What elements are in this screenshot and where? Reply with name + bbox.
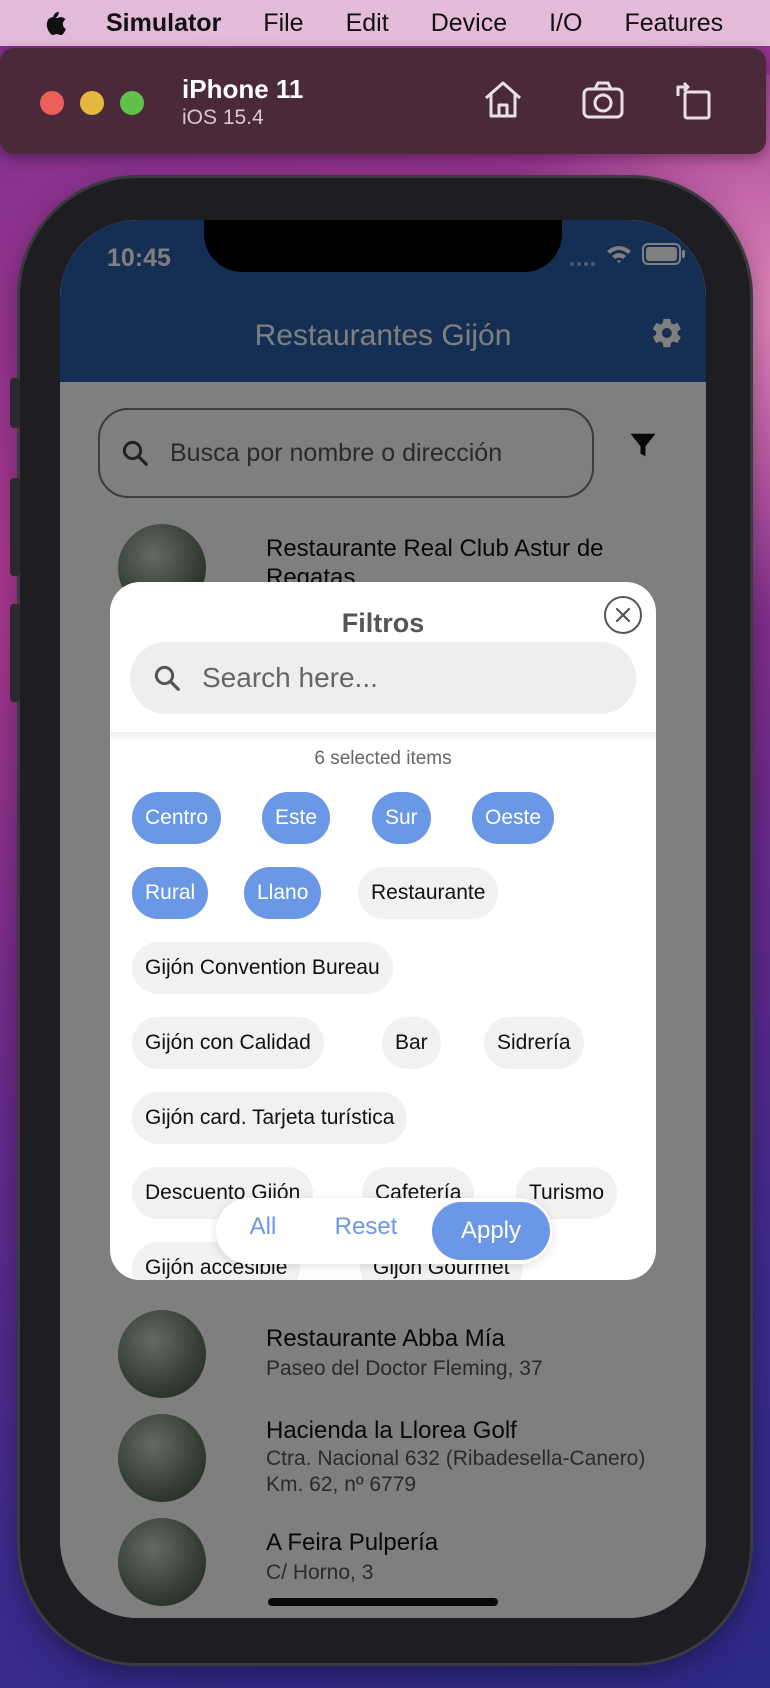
chip-sur[interactable]: Sur [372,792,431,844]
mute-switch [10,378,20,428]
reset-button[interactable]: Reset [316,1198,416,1256]
menu-file[interactable]: File [263,9,303,38]
menu-simulator[interactable]: Simulator [106,9,221,38]
volume-up-button [10,478,20,576]
chip-oeste[interactable]: Oeste [472,792,555,844]
simulator-toolbar [0,48,766,154]
minimize-window-button[interactable] [80,91,104,115]
chip-llano[interactable]: Llano [244,867,322,919]
menu-io[interactable]: I/O [549,9,582,38]
zoom-window-button[interactable] [120,91,144,115]
phone-screen: 10:45 Restaurantes Gijón Busca por nombr… [60,220,706,1618]
close-dialog-button[interactable] [604,596,642,634]
filter-dialog: Filtros Search here... 6 selected items … [110,582,656,1280]
chip-bar[interactable]: Bar [382,1017,441,1069]
apply-button[interactable]: Apply [432,1202,550,1260]
filter-search-field[interactable]: Search here... [130,642,636,714]
close-window-button[interactable] [40,91,64,115]
header-divider [110,732,656,742]
dialog-actions: All Reset Apply [216,1198,552,1264]
chip-restaurante[interactable]: Restaurante [358,867,499,919]
screenshot-camera-icon[interactable] [580,78,626,122]
home-icon[interactable] [480,78,526,122]
dialog-title: Filtros [341,608,425,638]
mac-menubar: Simulator File Edit Device I/O Features [0,0,770,46]
filter-search-placeholder: Search here... [202,662,378,693]
menu-features[interactable]: Features [624,9,723,38]
chip-gijon-con-calidad[interactable]: Gijón con Calidad [132,1017,324,1069]
selected-count: 6 selected items [314,748,452,769]
volume-down-button [10,604,20,702]
chip-este[interactable]: Este [262,792,331,844]
chip-centro[interactable]: Centro [132,792,222,844]
apple-logo-icon[interactable] [40,8,68,38]
device-os-version: iOS 15.4 [182,106,264,129]
select-all-button[interactable]: All [228,1198,298,1256]
close-icon [615,607,631,623]
device-name: iPhone 11 [182,74,304,104]
chip-gijon-convention-bureau[interactable]: Gijón Convention Bureau [132,942,393,994]
menu-device[interactable]: Device [431,9,507,38]
search-icon [154,665,180,691]
menu-edit[interactable]: Edit [346,9,389,38]
chip-rural[interactable]: Rural [132,867,209,919]
rotate-device-icon[interactable] [672,78,718,122]
chip-gijon-card[interactable]: Gijón card. Tarjeta turística [132,1092,408,1144]
chip-sidreria[interactable]: Sidrería [484,1017,584,1069]
